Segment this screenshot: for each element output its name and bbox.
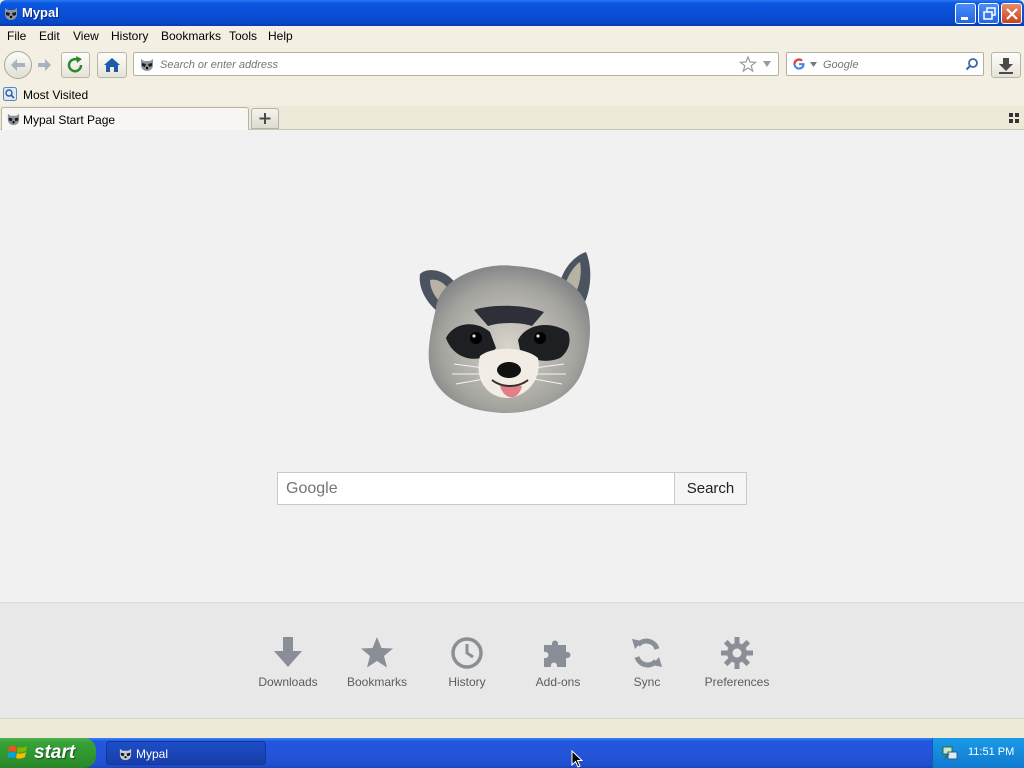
- close-icon: [1006, 8, 1018, 20]
- search-engine-input[interactable]: [823, 57, 961, 72]
- menu-view[interactable]: View: [73, 29, 99, 43]
- launcher-preferences[interactable]: Preferences: [692, 635, 782, 689]
- menu-help[interactable]: Help: [268, 29, 293, 43]
- launcher-addons[interactable]: Add-ons: [513, 635, 603, 689]
- gear-icon: [721, 637, 753, 669]
- bookmarks-toolbar: Most Visited: [0, 84, 1024, 106]
- start-page-search-button[interactable]: Search: [674, 472, 747, 505]
- reload-icon: [67, 56, 83, 73]
- tab-bar: Mypal Start Page: [0, 106, 1024, 130]
- minimize-button[interactable]: [955, 3, 976, 24]
- system-tray: 11:51 PM: [932, 738, 1024, 768]
- launcher-downloads[interactable]: Downloads: [243, 635, 333, 689]
- address-input[interactable]: [160, 57, 730, 72]
- mouse-cursor-icon: [571, 750, 583, 768]
- downloads-button[interactable]: [991, 52, 1021, 78]
- menu-edit[interactable]: Edit: [39, 29, 60, 43]
- launcher-label: Downloads: [258, 675, 318, 689]
- launcher-history[interactable]: History: [422, 635, 512, 689]
- tab-title: Mypal Start Page: [23, 113, 116, 127]
- raccoon-logo: [419, 252, 591, 414]
- plus-icon: [259, 113, 271, 124]
- sync-icon: [632, 638, 662, 668]
- download-icon: [274, 637, 302, 667]
- back-arrow-icon: [11, 59, 25, 71]
- launcher-sync[interactable]: Sync: [602, 635, 692, 689]
- taskbar-item-label: Mypal: [136, 747, 169, 761]
- raccoon-site-icon: [141, 59, 153, 71]
- network-icon[interactable]: [942, 745, 958, 761]
- tab-mypal-start-page[interactable]: Mypal Start Page: [1, 107, 249, 130]
- raccoon-tab-icon: [7, 113, 20, 126]
- start-button[interactable]: start: [0, 738, 96, 768]
- most-visited-icon: [3, 87, 17, 101]
- clock: 11:51 PM: [968, 746, 1015, 758]
- launcher-bar: Downloads Bookmarks History Add-ons Sync…: [0, 602, 1024, 718]
- menu-history[interactable]: History: [111, 29, 148, 43]
- dropdown-arrow-icon[interactable]: [762, 60, 772, 68]
- bookmark-star-icon[interactable]: [739, 55, 757, 73]
- status-bar: [0, 718, 1024, 738]
- forward-button[interactable]: [33, 55, 55, 75]
- back-button[interactable]: [4, 51, 32, 79]
- title-bar: Mypal: [0, 0, 1024, 26]
- minimize-icon: [961, 17, 968, 20]
- launcher-bookmarks[interactable]: Bookmarks: [332, 635, 422, 689]
- restore-icon: [983, 7, 996, 20]
- start-label: start: [34, 742, 76, 763]
- start-page: Search Downloads Bookmarks History A: [0, 130, 1024, 718]
- search-bar[interactable]: [786, 52, 984, 76]
- raccoon-app-icon: [5, 8, 17, 20]
- launcher-label: Preferences: [704, 675, 770, 689]
- google-icon[interactable]: [792, 57, 806, 71]
- forward-arrow-icon: [38, 59, 51, 71]
- new-tab-button[interactable]: [251, 108, 279, 129]
- list-all-tabs-icon[interactable]: [1009, 113, 1019, 123]
- star-icon: [361, 637, 393, 668]
- puzzle-icon: [544, 640, 571, 667]
- clock-icon: [451, 637, 483, 669]
- address-bar[interactable]: [133, 52, 779, 76]
- search-icon[interactable]: [965, 57, 979, 71]
- windows-flag-icon: [8, 745, 27, 759]
- launcher-label: Bookmarks: [346, 675, 408, 689]
- raccoon-task-icon: [119, 748, 132, 761]
- engine-dropdown-icon[interactable]: [810, 62, 817, 67]
- close-button[interactable]: [1001, 3, 1022, 24]
- menu-bar: File Edit View History Bookmarks Tools H…: [0, 26, 1024, 46]
- taskbar-item-mypal[interactable]: Mypal: [106, 741, 266, 765]
- launcher-label: History: [448, 675, 486, 689]
- reload-button[interactable]: [61, 52, 90, 78]
- download-arrow-icon: [999, 58, 1013, 74]
- menu-tools[interactable]: Tools: [229, 29, 257, 43]
- restore-button[interactable]: [978, 3, 999, 24]
- window-title: Mypal: [22, 5, 59, 20]
- start-page-search-input[interactable]: [277, 472, 675, 505]
- launcher-label: Add-ons: [535, 675, 581, 689]
- home-button[interactable]: [97, 52, 127, 78]
- menu-bookmarks[interactable]: Bookmarks: [161, 29, 221, 43]
- home-icon: [104, 58, 120, 72]
- taskbar: start Mypal 11:51 PM: [0, 738, 1024, 768]
- menu-file[interactable]: File: [7, 29, 26, 43]
- most-visited-label: Most Visited: [23, 88, 89, 102]
- launcher-label: Sync: [633, 675, 661, 689]
